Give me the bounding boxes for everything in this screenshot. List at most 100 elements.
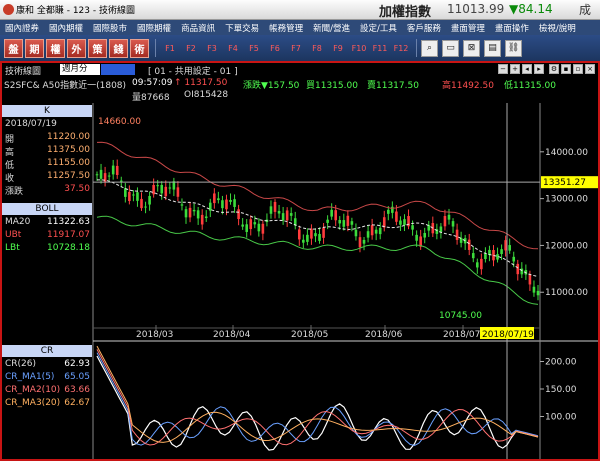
- candle-body: [297, 229, 301, 240]
- toolbar-button[interactable]: 期: [25, 38, 44, 58]
- candlestick-series: [95, 159, 540, 301]
- candle-body: [387, 209, 390, 214]
- toolbar-button[interactable]: 權: [46, 38, 65, 58]
- toolbar-button[interactable]: 策: [88, 38, 107, 58]
- cr-y-tick-label: 200.00: [545, 358, 577, 368]
- candle-body: [512, 256, 516, 262]
- fkey-button[interactable]: F8: [307, 39, 327, 57]
- candle-body: [188, 207, 192, 218]
- candle-body: [399, 220, 402, 225]
- fkey-button[interactable]: F9: [328, 39, 348, 57]
- menu-item[interactable]: 帳務管理: [264, 22, 308, 34]
- fkey-button[interactable]: F4: [223, 39, 243, 57]
- app-title: 康和 全都賺 - 123 - 技術線圖: [16, 6, 135, 16]
- candle-body: [302, 239, 305, 243]
- candle-body: [208, 202, 212, 211]
- candle-body: [103, 173, 107, 183]
- candle-body: [269, 206, 273, 214]
- candle-body: [229, 199, 232, 202]
- fkey-button[interactable]: F2: [181, 39, 201, 57]
- link-icon[interactable]: ⛓: [505, 39, 522, 57]
- candle-body: [306, 234, 309, 242]
- menu-bar: 國內證券 國內期權 國際股市 國際期權 商品資訊 下單交易 帳務管理 新聞/營進…: [0, 20, 600, 35]
- menu-item[interactable]: 新聞/營進: [308, 22, 355, 34]
- candle-body: [536, 290, 540, 296]
- candle-body: [415, 234, 418, 241]
- search-icon[interactable]: ⌕: [421, 39, 438, 57]
- candle-body: [281, 213, 285, 221]
- candle-body: [411, 225, 414, 230]
- fkey-button[interactable]: F1: [160, 39, 180, 57]
- fkey-button[interactable]: F12: [391, 39, 411, 57]
- candle-body: [107, 175, 111, 177]
- menu-item[interactable]: 國際期權: [132, 22, 176, 34]
- toolbar-button[interactable]: 術: [130, 38, 149, 58]
- menu-item[interactable]: 畫面操作: [490, 22, 534, 34]
- menu-item[interactable]: 下單交易: [220, 22, 264, 34]
- cr-line: [96, 349, 539, 446]
- candle-body: [176, 187, 180, 197]
- index-value: 11013.99: [447, 2, 505, 16]
- fkey-button[interactable]: F5: [244, 39, 264, 57]
- y-tick-label: 13000.00: [545, 195, 588, 205]
- candle-body: [132, 194, 135, 196]
- candle-body: [443, 216, 447, 227]
- upper-band-line: [96, 141, 539, 250]
- window-icon[interactable]: ▭: [442, 39, 459, 57]
- menu-item[interactable]: 國際股市: [88, 22, 132, 34]
- fkey-button[interactable]: F7: [286, 39, 306, 57]
- candle-body: [237, 209, 240, 220]
- fkey-button[interactable]: F3: [202, 39, 222, 57]
- chart-canvas[interactable]: 13351.27 14660.00 10745.00 14000.00 13000…: [2, 63, 598, 459]
- candle-body: [455, 229, 459, 240]
- menu-item[interactable]: 商品資訊: [176, 22, 220, 34]
- candle-body: [500, 249, 503, 254]
- toolbar-button[interactable]: 錢: [109, 38, 128, 58]
- candle-body: [471, 253, 475, 259]
- fkey-button[interactable]: F11: [370, 39, 390, 57]
- candle-body: [476, 262, 479, 268]
- chart-window: 技術線圖 週月分 [ 01 - 共用設定 - 01 ] − + ◂ ▸ ⚙ ▪ …: [0, 61, 600, 461]
- candle-body: [310, 228, 313, 239]
- x-axis: 2018/03 2018/04 2018/05 2018/06 2018/07: [136, 325, 480, 340]
- toolbar-button[interactable]: 盤: [4, 38, 23, 58]
- candle-body: [395, 211, 398, 222]
- candle-body: [241, 224, 244, 227]
- candle-body: [366, 231, 370, 238]
- print-icon[interactable]: ▤: [484, 39, 501, 57]
- candle-body: [277, 210, 281, 214]
- candle-body: [516, 263, 520, 275]
- menu-item[interactable]: 檢視/說明: [534, 22, 581, 34]
- candle-body: [334, 210, 338, 221]
- candle-body: [447, 214, 451, 220]
- candle-body: [95, 174, 99, 176]
- menu-item[interactable]: 客戶服務: [402, 22, 446, 34]
- candle-body: [225, 199, 228, 210]
- menu-item[interactable]: 畫面管理: [446, 22, 490, 34]
- candle-body: [217, 198, 220, 201]
- candle-body: [459, 237, 463, 243]
- candle-body: [164, 186, 168, 197]
- lower-band-line: [96, 215, 539, 305]
- candle-body: [322, 227, 325, 238]
- cr-line: [96, 352, 539, 447]
- candle-body: [192, 209, 196, 212]
- app-logo-icon: [3, 4, 14, 15]
- toolbar-button[interactable]: 外: [67, 38, 86, 58]
- candle-body: [257, 223, 261, 232]
- candle-body: [156, 185, 159, 187]
- menu-item[interactable]: 設定/工具: [355, 22, 402, 34]
- candle-body: [370, 225, 374, 236]
- candle-body: [350, 221, 354, 225]
- index-change: ▼84.14: [509, 2, 553, 16]
- candle-body: [233, 199, 236, 207]
- grid-icon[interactable]: ⊠: [463, 39, 480, 57]
- low-label: 10745.00: [439, 311, 482, 321]
- x-tick-label: 2018/07: [443, 330, 480, 340]
- menu-item[interactable]: 國內證券: [0, 22, 44, 34]
- fkey-button[interactable]: F10: [349, 39, 369, 57]
- menu-item[interactable]: 國內期權: [44, 22, 88, 34]
- fkey-button[interactable]: F6: [265, 39, 285, 57]
- candle-body: [403, 219, 406, 226]
- y-tick-label: 11000.00: [545, 288, 588, 298]
